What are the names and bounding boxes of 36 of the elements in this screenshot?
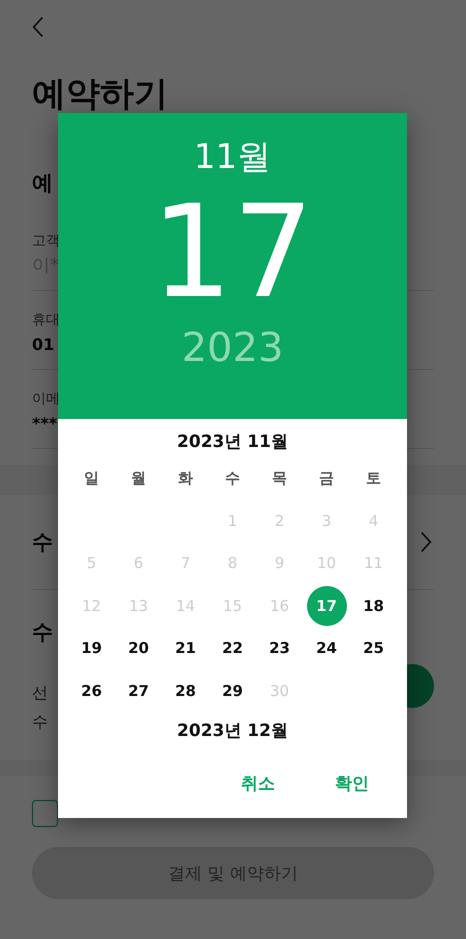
calendar-day[interactable]: 25: [354, 628, 394, 668]
field-value: 01: [32, 334, 54, 356]
section-heading: 예: [32, 170, 53, 196]
back-icon[interactable]: [32, 16, 44, 38]
calendar-day[interactable]: 18: [354, 586, 394, 626]
section-heading: 수: [32, 529, 53, 556]
calendar-day[interactable]: 29: [212, 670, 252, 711]
month-title: 2023년 12월: [177, 720, 288, 742]
description-text: 수: [32, 711, 48, 733]
calendar-day[interactable]: 19: [72, 628, 112, 668]
weekday-label: 일: [83, 468, 100, 489]
calendar-day[interactable]: 23: [260, 628, 300, 668]
header-month: 11월: [194, 137, 272, 177]
calendar-day[interactable]: 28: [166, 670, 206, 711]
calendar-day[interactable]: 24: [306, 628, 346, 668]
month-title: 2023년 11월: [177, 431, 288, 453]
field-label: 고객: [32, 232, 60, 250]
calendar-day[interactable]: 20: [118, 628, 158, 668]
weekday-label: 수: [224, 468, 241, 489]
calendar-day[interactable]: 27: [118, 670, 158, 711]
weekday-label: 목: [271, 468, 288, 489]
field-label: 휴대: [32, 311, 60, 329]
weekday-label: 금: [318, 468, 335, 489]
calendar-day[interactable]: 22: [212, 628, 252, 668]
page-title: 예약하기: [32, 74, 169, 114]
weekday-label: 토: [365, 468, 382, 489]
section-heading: 수: [32, 619, 53, 646]
field-label: 이메: [32, 390, 60, 408]
calendar-day[interactable]: 26: [72, 670, 112, 711]
description-text: 선: [32, 682, 48, 704]
weekday-label: 월: [130, 468, 147, 489]
chevron-right-icon[interactable]: [420, 531, 432, 553]
weekday-label: 화: [177, 468, 194, 489]
calendar-day[interactable]: 21: [166, 628, 206, 668]
header-day: 17: [151, 183, 314, 323]
field-value: ***: [32, 413, 58, 435]
